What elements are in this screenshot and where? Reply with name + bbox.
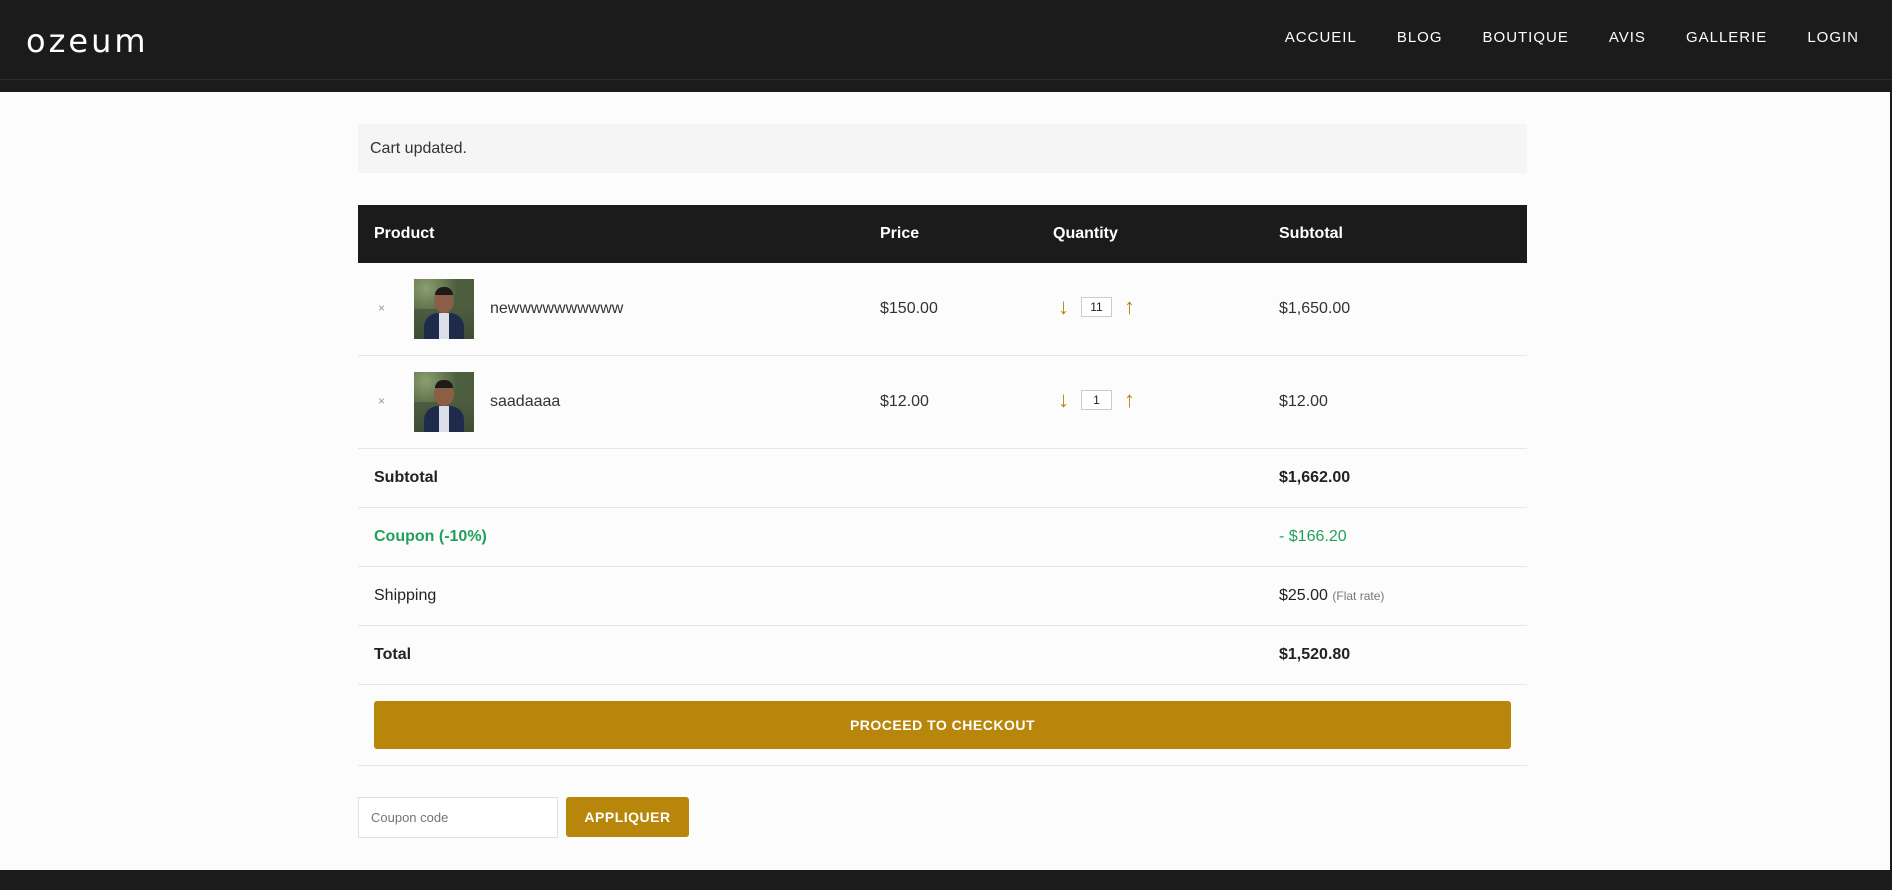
coupon-label: Coupon (-10%): [374, 528, 487, 545]
footer-strip: [0, 870, 1892, 890]
nav-boutique[interactable]: BOUTIQUE: [1483, 29, 1569, 46]
cart-item-row: × newwwwwwwwww $150.00 ↓ ↑ $1,650.00: [358, 263, 1527, 356]
arrow-up-icon[interactable]: ↑: [1124, 296, 1135, 318]
total-value: $1,520.80: [1279, 646, 1351, 663]
cart-content: Cart updated. Product Price Quantity Sub…: [0, 92, 1890, 870]
quantity-input[interactable]: [1081, 297, 1112, 317]
main-nav: ACCUEIL BLOG BOUTIQUE AVIS GALLERIE LOGI…: [1245, 29, 1859, 46]
header-quantity: Quantity: [1053, 225, 1118, 242]
site-logo[interactable]: ozeum: [26, 22, 149, 60]
product-thumbnail[interactable]: [414, 279, 474, 339]
coupon-form: APPLIQUER: [358, 797, 689, 838]
apply-coupon-button[interactable]: APPLIQUER: [566, 797, 689, 837]
coupon-row: Coupon (-10%) - $166.20: [358, 508, 1527, 567]
checkout-row: PROCEED TO CHECKOUT: [358, 685, 1527, 766]
shipping-value: $25.00: [1279, 587, 1328, 604]
product-thumbnail[interactable]: [414, 372, 474, 432]
product-name[interactable]: saadaaaa: [490, 393, 560, 411]
product-price: $150.00: [880, 300, 938, 317]
total-label: Total: [374, 646, 412, 663]
coupon-code-input[interactable]: [358, 797, 558, 838]
subtotal-label: Subtotal: [374, 469, 438, 486]
quantity-stepper: ↓ ↑: [1058, 389, 1135, 411]
item-subtotal: $12.00: [1279, 393, 1328, 410]
cart-table: Product Price Quantity Subtotal × newwww…: [358, 205, 1527, 766]
total-row: Total $1,520.80: [358, 626, 1527, 685]
nav-accueil[interactable]: ACCUEIL: [1285, 29, 1357, 46]
nav-login[interactable]: LOGIN: [1807, 29, 1859, 46]
shipping-row: Shipping $25.00 (Flat rate): [358, 567, 1527, 626]
shipping-method: (Flat rate): [1332, 589, 1385, 603]
arrow-up-icon[interactable]: ↑: [1124, 389, 1135, 411]
quantity-input[interactable]: [1081, 390, 1112, 410]
product-price: $12.00: [880, 393, 929, 410]
product-name[interactable]: newwwwwwwwww: [490, 300, 623, 318]
arrow-down-icon[interactable]: ↓: [1058, 389, 1069, 411]
shipping-label: Shipping: [374, 587, 437, 604]
remove-item-button[interactable]: ×: [378, 301, 385, 315]
nav-blog[interactable]: BLOG: [1397, 29, 1443, 46]
nav-gallerie[interactable]: GALLERIE: [1686, 29, 1767, 46]
header-subtotal: Subtotal: [1279, 225, 1343, 242]
shipping-value-group: $25.00 (Flat rate): [1279, 587, 1384, 605]
page: ozeum ACCUEIL BLOG BOUTIQUE AVIS GALLERI…: [0, 0, 1892, 890]
coupon-discount-value: - $166.20: [1279, 528, 1347, 545]
subtotal-row: Subtotal $1,662.00: [358, 449, 1527, 508]
cart-item-row: × saadaaaa $12.00 ↓ ↑ $12.00: [358, 356, 1527, 449]
cart-table-header: Product Price Quantity Subtotal: [358, 205, 1527, 263]
site-header: ozeum ACCUEIL BLOG BOUTIQUE AVIS GALLERI…: [0, 0, 1892, 80]
header-price: Price: [880, 225, 920, 242]
arrow-down-icon[interactable]: ↓: [1058, 296, 1069, 318]
cart-notice: Cart updated.: [358, 124, 1527, 173]
proceed-to-checkout-button[interactable]: PROCEED TO CHECKOUT: [374, 701, 1511, 749]
nav-avis[interactable]: AVIS: [1609, 29, 1646, 46]
subtotal-value: $1,662.00: [1279, 469, 1351, 486]
remove-item-button[interactable]: ×: [378, 394, 385, 408]
item-subtotal: $1,650.00: [1279, 300, 1351, 317]
quantity-stepper: ↓ ↑: [1058, 296, 1135, 318]
header-product: Product: [374, 225, 435, 242]
